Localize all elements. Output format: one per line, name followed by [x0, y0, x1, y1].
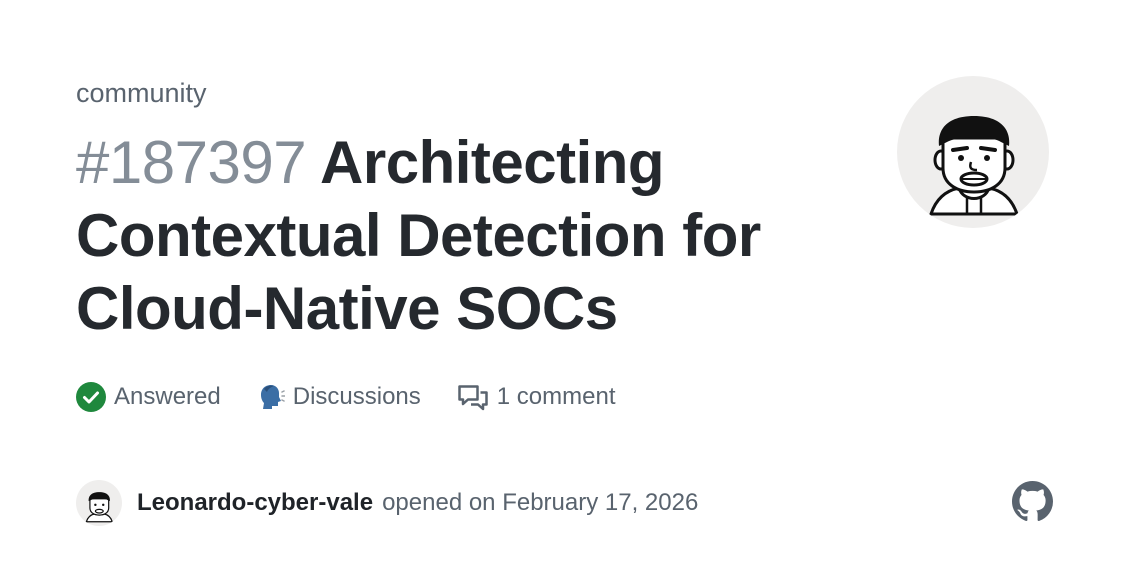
- issue-number: #187397: [76, 129, 307, 196]
- avatar-illustration: [928, 116, 1020, 216]
- author-avatar-illustration: [85, 492, 114, 523]
- comment-count-label: 1 comment: [496, 383, 616, 410]
- comment-discussion-icon: [457, 383, 489, 411]
- answered-status: Answered: [76, 382, 221, 412]
- comment-count[interactable]: 1 comment: [457, 383, 616, 411]
- github-mark-icon: [1012, 481, 1053, 522]
- speaking-head-icon: [257, 383, 285, 411]
- repo-name[interactable]: community: [76, 76, 207, 110]
- avatar[interactable]: [897, 76, 1049, 228]
- status-label: Answered: [114, 383, 221, 410]
- page-title: #187397 Architecting Contextual Detectio…: [76, 126, 836, 345]
- social-preview-card: community #187397 Architecting Contextua…: [0, 0, 1140, 570]
- check-circle-icon: [76, 382, 106, 412]
- author-name[interactable]: Leonardo-cyber-vale: [137, 489, 373, 517]
- author-line: Leonardo-cyber-vale opened on February 1…: [76, 480, 698, 526]
- opened-date: opened on February 17, 2026: [382, 489, 699, 516]
- discussion-meta: Answered Discussions 1 comment: [76, 378, 616, 416]
- category-label: Discussions: [292, 383, 421, 410]
- discussion-category[interactable]: Discussions: [257, 383, 421, 411]
- author-avatar[interactable]: [76, 480, 122, 526]
